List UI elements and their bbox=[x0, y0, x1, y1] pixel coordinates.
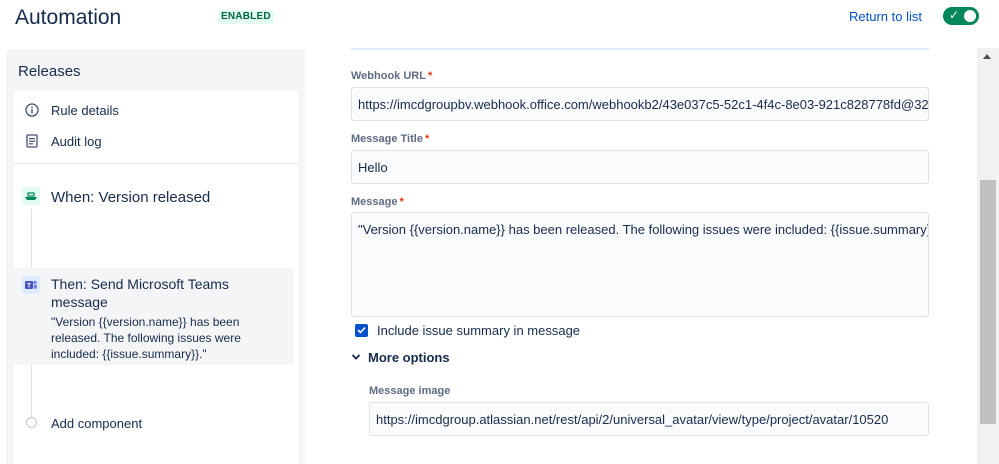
more-options-toggle[interactable]: More options bbox=[351, 348, 450, 366]
action-title: Then: Send Microsoft Teams message bbox=[51, 276, 229, 310]
sidebar-item-audit-log[interactable]: Audit log bbox=[24, 129, 102, 153]
scroll-up-arrow-icon[interactable] bbox=[983, 54, 991, 59]
action-description: "Version {{version.name}} has been relea… bbox=[51, 315, 241, 361]
add-component-button[interactable]: Add component bbox=[14, 411, 298, 435]
required-marker: * bbox=[399, 196, 404, 208]
include-summary-label: Include issue summary in message bbox=[377, 322, 581, 338]
required-marker: * bbox=[424, 133, 430, 145]
label-text: Message bbox=[351, 196, 398, 208]
message-title-input[interactable]: Hello bbox=[351, 150, 929, 184]
toggle-knob bbox=[964, 10, 976, 22]
sidebar-item-rule-details[interactable]: Rule details bbox=[24, 98, 119, 122]
check-icon: ✓ bbox=[949, 8, 960, 22]
sidebar-divider bbox=[14, 163, 298, 164]
document-icon bbox=[24, 133, 40, 149]
webhook-url-label: Webhook URL * bbox=[351, 70, 432, 82]
action-component[interactable]: T Then: Send Microsoft Teams message "Ve… bbox=[14, 268, 294, 365]
required-marker: * bbox=[427, 70, 433, 82]
rule-sidebar: Releases Rule details Audit log When: Ve… bbox=[6, 49, 305, 464]
automation-rule-editor: Automation ENABLED Return to list ✓ Rele… bbox=[0, 0, 999, 464]
info-icon bbox=[24, 102, 40, 118]
timeline-connector bbox=[31, 209, 32, 269]
status-badge: ENABLED bbox=[218, 10, 274, 24]
scrollbar-thumb[interactable] bbox=[980, 180, 996, 424]
include-summary-checkbox[interactable] bbox=[355, 323, 368, 337]
sidebar-item-label: Rule details bbox=[51, 102, 119, 118]
rule-components-panel: Rule details Audit log When: Version rel… bbox=[14, 91, 298, 464]
ship-icon bbox=[22, 187, 40, 205]
more-options-label: More options bbox=[368, 349, 450, 365]
label-text: Message Title bbox=[351, 133, 423, 145]
svg-text:T: T bbox=[27, 283, 31, 290]
message-label: Message * bbox=[351, 196, 404, 208]
page-title: Automation bbox=[15, 6, 122, 29]
sidebar-item-label: Audit log bbox=[51, 133, 102, 149]
webhook-url-input[interactable]: https://imcdgroupbv.webhook.office.com/w… bbox=[351, 87, 929, 121]
action-config-form: Webhook URL * https://imcdgroupbv.webhook… bbox=[322, 40, 977, 464]
trigger-component[interactable]: When: Version released bbox=[14, 181, 298, 213]
message-image-label: Message image bbox=[369, 385, 451, 397]
rule-enabled-toggle[interactable]: ✓ bbox=[943, 7, 979, 25]
add-component-label: Add component bbox=[51, 416, 143, 431]
trigger-label: When: Version released bbox=[51, 189, 211, 206]
page-header: Automation ENABLED Return to list ✓ bbox=[0, 0, 999, 40]
section-divider bbox=[351, 48, 929, 50]
rule-name: Releases bbox=[18, 63, 81, 80]
page-scrollbar[interactable] bbox=[977, 48, 999, 464]
return-to-list-link[interactable]: Return to list bbox=[849, 9, 922, 24]
add-component-dot bbox=[26, 417, 37, 428]
message-textarea[interactable]: "Version {{version.name}} has been relea… bbox=[351, 212, 929, 317]
chevron-down-icon bbox=[351, 353, 363, 361]
include-summary-row[interactable]: Include issue summary in message bbox=[355, 321, 580, 339]
message-image-input[interactable]: https://imcdgroup.atlassian.net/rest/api… bbox=[369, 402, 929, 436]
timeline-connector bbox=[31, 364, 32, 418]
label-text: Webhook URL bbox=[351, 70, 426, 82]
message-title-label: Message Title * bbox=[351, 133, 429, 145]
microsoft-teams-icon: T bbox=[22, 276, 40, 294]
